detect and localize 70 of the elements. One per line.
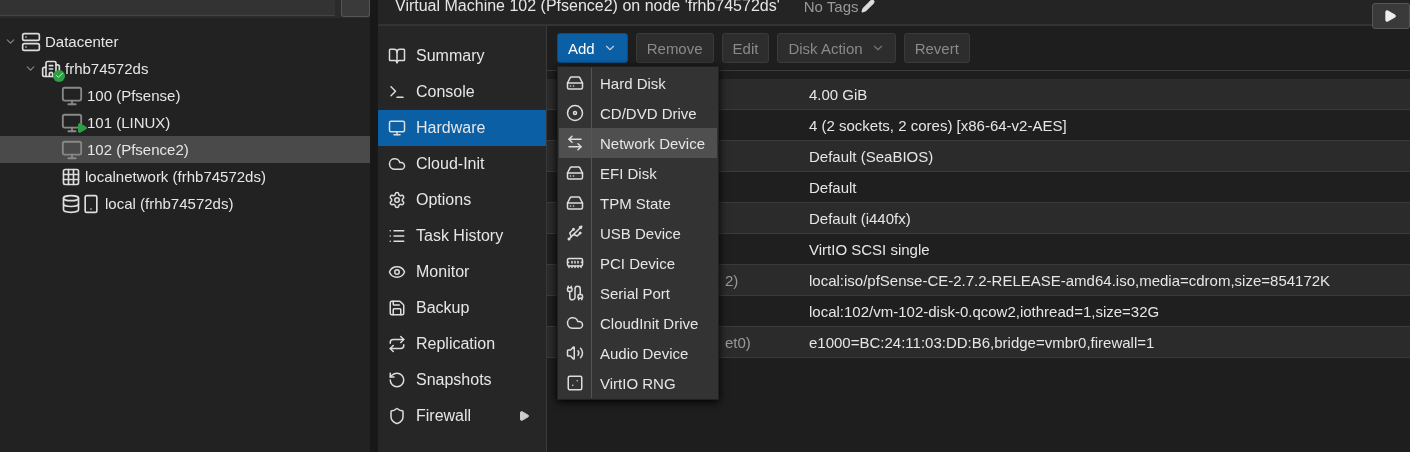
nav-item[interactable]: Firewall bbox=[378, 398, 546, 434]
nav-item[interactable]: Console bbox=[378, 74, 546, 110]
menu-item[interactable]: EFI Disk bbox=[559, 158, 717, 188]
menu-item[interactable]: VirtIO RNG bbox=[559, 368, 717, 398]
terminal-icon bbox=[388, 83, 406, 101]
row-value: local:102/vm-102-disk-0.qcow2,iothread=1,size=32G bbox=[808, 302, 1160, 320]
start-button[interactable] bbox=[1372, 3, 1410, 29]
row-value: 4 (2 sockets, 2 cores) [x86-64-v2-AES] bbox=[808, 116, 1067, 134]
speaker-icon bbox=[566, 344, 584, 362]
hard-drive-icon bbox=[566, 164, 584, 182]
search-field[interactable] bbox=[0, 0, 335, 16]
list-icon bbox=[388, 227, 406, 245]
book-icon bbox=[388, 47, 406, 65]
nav-item[interactable]: Task History bbox=[378, 218, 546, 254]
history-icon bbox=[388, 371, 406, 389]
row-value: Default bbox=[808, 178, 857, 196]
tree-item[interactable]: localnetwork (frhb74572ds) bbox=[0, 163, 370, 190]
tags-link[interactable]: No Tags bbox=[803, 0, 875, 15]
hard-drive-icon bbox=[566, 194, 584, 212]
row-value: VirtIO SCSI single bbox=[808, 240, 930, 258]
settings-icon bbox=[388, 191, 406, 209]
menu-item[interactable]: Audio Device bbox=[559, 338, 717, 368]
eye-icon bbox=[388, 263, 406, 281]
database-icon bbox=[61, 193, 101, 214]
cloud-icon bbox=[388, 155, 406, 173]
row-value: local:iso/pfSense-CE-2.7.2-RELEASE-amd64.iso,media=cdrom,size=854172K bbox=[808, 271, 1331, 289]
pencil-icon bbox=[860, 0, 875, 13]
tree-item[interactable]: 100 (Pfsense) bbox=[0, 82, 370, 109]
menu-item[interactable]: TPM State bbox=[559, 188, 717, 218]
row-value: e1000=BC:24:11:03:DD:B6,bridge=vmbr0,firewall=1 bbox=[808, 333, 1155, 351]
nav-item[interactable]: Hardware bbox=[378, 110, 546, 146]
tree-item[interactable]: Datacenter bbox=[0, 28, 370, 55]
shield-icon bbox=[388, 407, 406, 425]
nav-item[interactable]: Replication bbox=[378, 326, 546, 362]
nav-item[interactable]: Monitor bbox=[378, 254, 546, 290]
play-icon bbox=[1383, 9, 1397, 23]
tree-item[interactable]: local (frhb74572ds) bbox=[0, 190, 370, 217]
dice-icon bbox=[566, 374, 584, 392]
row-label: 2) bbox=[724, 271, 740, 289]
tree-item[interactable]: 102 (Pfsence2) bbox=[0, 136, 370, 163]
nav-item[interactable]: Options bbox=[378, 182, 546, 218]
toolbar-button[interactable]: Add bbox=[557, 33, 628, 63]
repeat-icon bbox=[388, 335, 406, 353]
disc-icon bbox=[566, 104, 584, 122]
nav-item[interactable]: Cloud-Init bbox=[378, 146, 546, 182]
row-value: 4.00 GiB bbox=[808, 85, 868, 103]
menu-item[interactable]: PCI Device bbox=[559, 248, 717, 278]
row-label: et0) bbox=[724, 333, 752, 351]
menu-item[interactable]: CloudInit Drive bbox=[559, 308, 717, 338]
server-rack-icon bbox=[21, 31, 41, 52]
nav-item[interactable]: Snapshots bbox=[378, 362, 546, 398]
usb-icon bbox=[566, 224, 584, 242]
monitor-icon bbox=[61, 138, 83, 161]
window-title: Virtual Machine 102 (Pfsence2) on node 'frhb74572ds' bbox=[395, 0, 780, 15]
menu-item[interactable]: Network Device bbox=[559, 128, 717, 158]
row-value: Default (SeaBIOS) bbox=[808, 147, 934, 165]
arrows-icon bbox=[566, 134, 584, 152]
menu-item[interactable]: Serial Port bbox=[559, 278, 717, 308]
nav-item[interactable]: Backup bbox=[378, 290, 546, 326]
menu-item[interactable]: USB Device bbox=[559, 218, 717, 248]
tree-item[interactable]: frhb74572ds bbox=[0, 55, 370, 82]
nav-item[interactable]: Summary bbox=[378, 38, 546, 74]
row-value: Default (i440fx) bbox=[808, 209, 911, 227]
monitor-icon bbox=[388, 119, 406, 137]
cloud-icon bbox=[566, 314, 584, 332]
monitor-icon bbox=[61, 84, 83, 107]
hard-drive-icon bbox=[566, 74, 584, 92]
menu-item[interactable]: Hard Disk bbox=[559, 68, 717, 98]
grid-icon bbox=[61, 166, 81, 187]
submenu-arrow-icon bbox=[518, 410, 530, 422]
